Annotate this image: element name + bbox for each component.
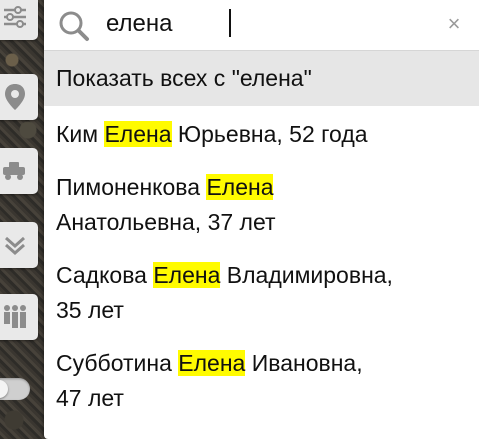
result-line2: 47 лет <box>56 385 124 411</box>
people-group-icon <box>0 303 30 331</box>
result-match-highlight: Елена <box>178 350 246 376</box>
toggle-knob <box>0 380 8 398</box>
result-name-before: Субботина <box>56 350 179 376</box>
layers-button[interactable] <box>0 222 38 268</box>
location-button[interactable] <box>0 74 38 120</box>
result-name-before: Пимоненкова <box>56 174 207 200</box>
result-match-highlight: Елена <box>104 120 172 147</box>
text-caret <box>229 9 231 37</box>
result-item[interactable]: Садкова Елена Владимировна, 35 лет <box>44 249 479 337</box>
search-icon <box>58 10 90 47</box>
result-line2: 35 лет <box>56 297 124 323</box>
location-pin-icon <box>3 83 27 111</box>
show-all-option[interactable]: Показать всех с "елена" <box>44 51 479 106</box>
layer-toggle[interactable] <box>0 378 30 400</box>
result-name-before: Ким <box>56 120 105 147</box>
filter-sliders-icon <box>2 4 28 30</box>
result-match-highlight: Елена <box>206 174 274 200</box>
tool-sidebar <box>0 0 44 439</box>
results-list: Ким Елена Юрьевна, 52 года Пимоненкова Е… <box>44 106 479 425</box>
result-item[interactable]: Пимоненкова Елена Анатольевна, 37 лет <box>44 161 479 249</box>
result-match-highlight: Елена <box>153 262 221 288</box>
search-panel: × Показать всех с "елена" Ким Елена Юрье… <box>44 0 479 439</box>
result-item[interactable]: Субботина Елена Ивановна, 47 лет <box>44 337 479 425</box>
result-name-before: Садкова <box>56 262 154 288</box>
result-name-after: Ивановна, <box>245 350 363 376</box>
search-bar: × <box>44 0 479 51</box>
vehicle-button[interactable] <box>0 148 38 194</box>
search-input[interactable] <box>106 8 406 40</box>
result-name-after: Владимировна, <box>220 262 393 288</box>
show-all-label: Показать всех с "елена" <box>56 65 312 91</box>
people-button[interactable] <box>0 294 38 340</box>
result-name-after: Юрьевна, 52 года <box>171 120 368 147</box>
vehicle-icon <box>1 159 29 183</box>
filter-button[interactable] <box>0 0 38 40</box>
layers-chevron-icon <box>2 232 28 258</box>
result-item[interactable]: Ким Елена Юрьевна, 52 года <box>44 106 479 161</box>
close-icon[interactable]: × <box>443 13 465 35</box>
result-line2: Анатольевна, 37 лет <box>56 209 276 235</box>
